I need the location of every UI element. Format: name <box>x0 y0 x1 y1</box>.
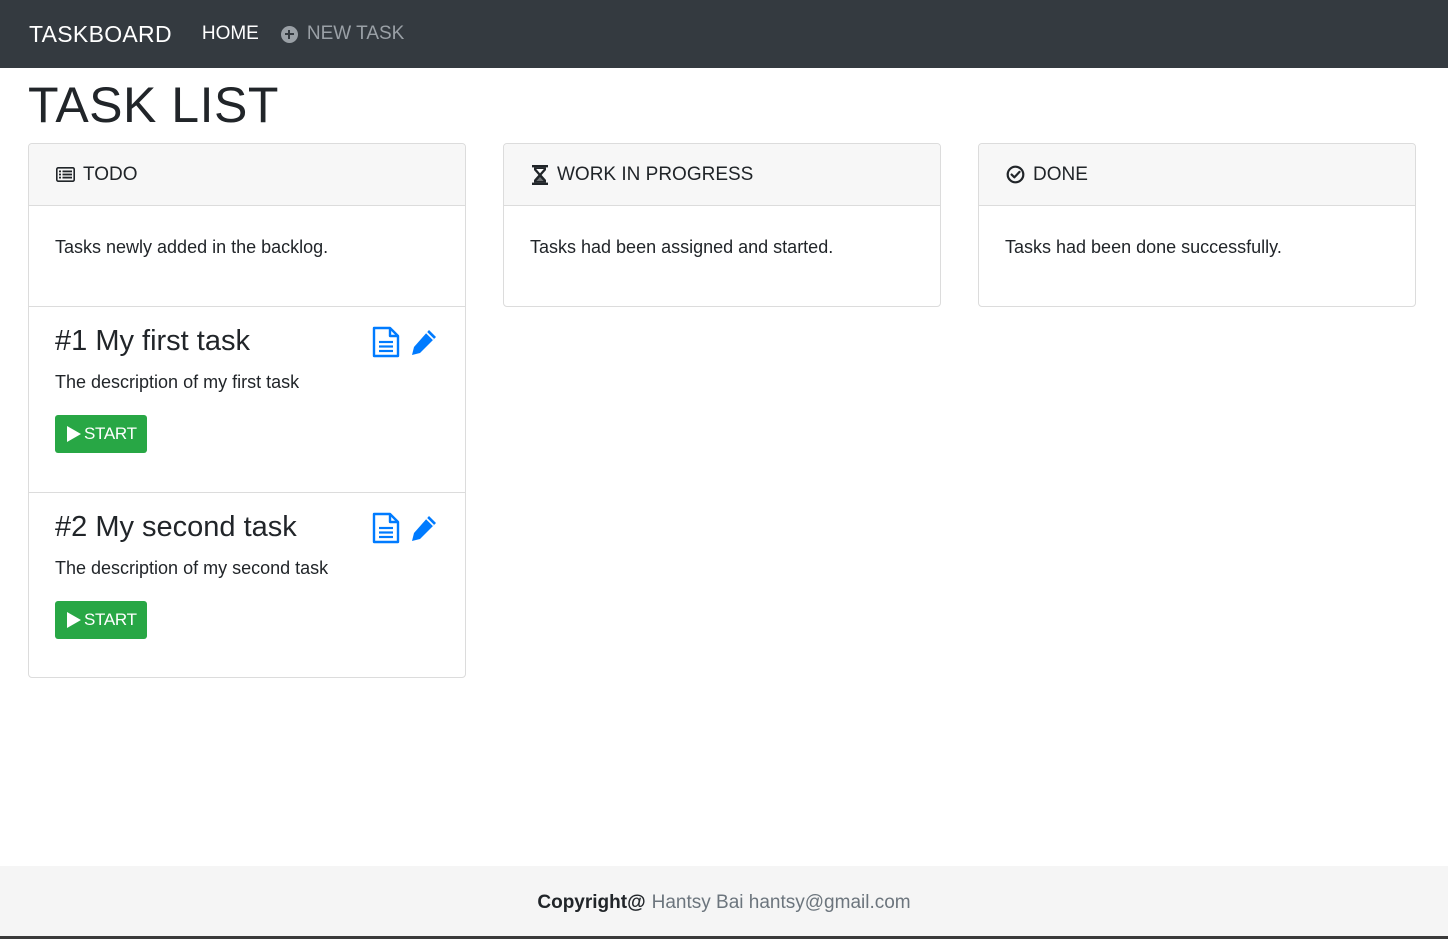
view-details-icon[interactable] <box>372 512 400 544</box>
play-icon <box>67 426 81 442</box>
done-column: DONE Tasks had been done successfully. <box>978 143 1416 307</box>
nav-new-task-label: NEW TASK <box>306 23 405 44</box>
nav-home-label: HOME <box>201 23 259 44</box>
nav-home-link[interactable]: HOME <box>202 23 259 45</box>
todo-task-list: #1 My first task The description of my f… <box>29 306 465 677</box>
done-column-description: Tasks had been done successfully. <box>1005 237 1282 257</box>
todo-column: TODO Tasks newly added in the backlog. #… <box>28 143 466 678</box>
list-alt-icon <box>56 167 75 182</box>
plus-circle-icon <box>280 25 298 43</box>
start-task-button[interactable]: START <box>55 415 147 453</box>
wip-column-header: WORK IN PROGRESS <box>504 144 940 206</box>
start-task-button[interactable]: START <box>55 601 147 639</box>
view-details-icon[interactable] <box>372 326 400 358</box>
hourglass-icon <box>531 164 549 185</box>
todo-column-description: Tasks newly added in the backlog. <box>55 237 329 257</box>
task-actions <box>363 512 439 544</box>
footer-author: Hantsy Bai hantsy@gmail.com <box>651 891 911 913</box>
task-actions <box>363 326 439 358</box>
done-column-title: DONE <box>1033 163 1088 185</box>
done-column-header: DONE <box>979 144 1415 206</box>
task-description: The description of my first task <box>55 372 300 392</box>
todo-column-title: TODO <box>83 163 138 185</box>
edit-pencil-icon[interactable] <box>409 327 439 357</box>
footer-copyright: Copyright@ <box>537 891 646 913</box>
nav-new-task-link[interactable]: NEW TASK <box>280 23 405 45</box>
play-icon <box>67 612 81 628</box>
edit-pencil-icon[interactable] <box>409 513 439 543</box>
wip-column: WORK IN PROGRESS Tasks had been assigned… <box>503 143 941 307</box>
wip-column-description: Tasks had been assigned and started. <box>530 237 834 257</box>
task-card: #2 My second task The description of my … <box>29 492 465 677</box>
start-task-label: START <box>84 424 137 443</box>
task-card: #1 My first task The description of my f… <box>29 307 465 492</box>
brand-link[interactable]: TASKBOARD <box>29 21 172 48</box>
start-task-label: START <box>84 610 137 629</box>
task-description: The description of my second task <box>55 558 329 578</box>
wip-column-title: WORK IN PROGRESS <box>557 163 754 185</box>
navbar: TASKBOARD HOME NEW TASK <box>0 0 1448 68</box>
check-circle-icon <box>1006 165 1025 184</box>
footer: Copyright@ Hantsy Bai hantsy@gmail.com <box>0 866 1448 939</box>
todo-column-header: TODO <box>29 144 465 206</box>
page-title: TASK LIST <box>28 77 279 133</box>
